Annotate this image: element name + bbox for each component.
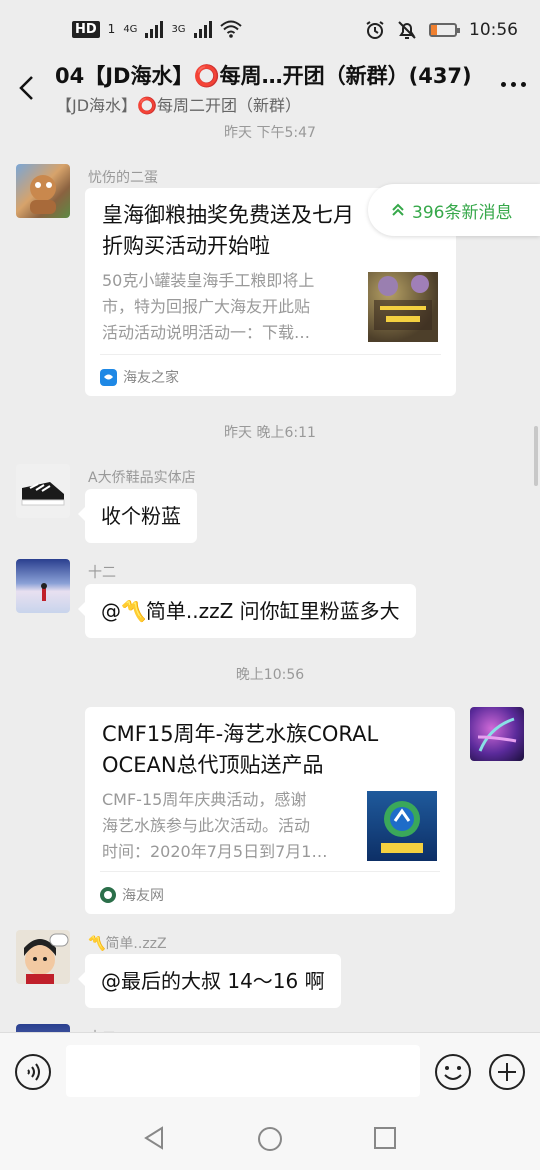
card-title-line: OCEAN总代顶贴送产品 (102, 753, 324, 777)
card-desc-line: 时间：2020年7月5日到7月1… (102, 842, 328, 861)
timestamp: 晚上10:56 (235, 667, 305, 683)
alarm-icon (366, 21, 384, 39)
my-avatar[interactable] (470, 707, 524, 761)
network-4g-label: 4G (123, 23, 138, 35)
signal-icon (145, 20, 164, 38)
avatar[interactable] (16, 930, 70, 984)
card-thumbnail (367, 791, 437, 861)
card-source-name: 海友之家 (123, 370, 179, 386)
sim-label: 1 (107, 22, 116, 36)
new-messages-button[interactable]: 396条新消息 (368, 184, 540, 236)
avatar[interactable] (16, 164, 70, 218)
source-app-icon (100, 368, 117, 386)
clock: 10:56 (469, 20, 518, 40)
nav-home-icon[interactable] (257, 1126, 283, 1152)
card-desc-line: 市，特为回报广大海友开此贴 (102, 297, 311, 316)
more-options-icon[interactable] (501, 82, 526, 87)
system-nav-bar (0, 1104, 540, 1170)
network-indicators: HD 1 4G 3G (72, 20, 242, 38)
message-input[interactable] (66, 1045, 420, 1097)
avatar[interactable] (16, 559, 70, 613)
card-description: 50克小罐装皇海手工粮即将上 市，特为回报广大海友开此贴 活动活动说明活动一：下… (102, 268, 354, 346)
chat-header: 04【JD海水】⭕每周…开团（新群）(437) 【JD海水】⭕每周二开团（新群） (0, 52, 540, 116)
avatar[interactable] (16, 1024, 70, 1032)
sender-name: 忧伤的二蛋 (88, 170, 158, 186)
chat-subtitle: 【JD海水】⭕每周二开团（新群） (56, 96, 301, 115)
wifi-icon (219, 20, 242, 38)
card-desc-line: 海艺水族参与此次活动。活动 (102, 816, 311, 835)
network-3g-label: 3G (171, 23, 186, 35)
status-right: 10:56 (365, 20, 518, 40)
chat-title: 04【JD海水】⭕每周…开团（新群）(437) (55, 64, 472, 88)
card-thumbnail (368, 272, 438, 342)
message-bubble[interactable]: 收个粉蓝 (78, 489, 197, 543)
hd-badge: HD (72, 20, 100, 38)
sender-name: 十二 (88, 565, 116, 581)
new-messages-label: 396条新消息 (412, 202, 513, 223)
battery-icon (429, 23, 460, 37)
sender-name: A大侨鞋品实体店 (88, 470, 196, 486)
source-app-icon (100, 887, 116, 903)
input-bar (0, 1032, 540, 1105)
card-desc-line: CMF-15周年庆典活动，感谢 (102, 790, 307, 809)
voice-icon[interactable] (14, 1053, 52, 1091)
avatar-image (41, 583, 47, 601)
card-source: 海友网 (100, 885, 164, 905)
back-arrow-icon[interactable] (16, 74, 36, 102)
card-separator (100, 354, 441, 355)
card-title: 皇海御粮抽奖免费送及七月 折购买活动开始啦 (102, 200, 382, 262)
double-chevron-up-icon (392, 203, 404, 216)
card-desc-line: 50克小罐装皇海手工粮即将上 (102, 271, 315, 290)
avatar-image (30, 175, 56, 214)
emoji-icon[interactable] (434, 1053, 472, 1091)
message-bubble[interactable]: @最后的大叔 14～16 啊 (78, 954, 341, 1008)
plus-icon[interactable] (488, 1053, 526, 1091)
timestamp: 昨天 晚上6:11 (224, 425, 316, 441)
timestamp: 昨天 下午5:47 (224, 125, 316, 141)
card-title: CMF15周年-海艺水族CORAL OCEAN总代顶贴送产品 (102, 719, 402, 781)
card-source-name: 海友网 (122, 888, 164, 904)
link-card[interactable]: CMF15周年-海艺水族CORAL OCEAN总代顶贴送产品 CMF-15周年庆… (85, 707, 455, 914)
avatar-image (477, 717, 517, 752)
sender-name: 〽️简单..zzZ (88, 936, 167, 952)
avatar-image (24, 933, 69, 984)
message-bubble[interactable]: @〽️简单..zzZ 问你缸里粉蓝多大 (78, 584, 416, 638)
card-title-line: 折购买活动开始啦 (102, 234, 270, 258)
chat-area[interactable]: 昨天 下午5:47 忧伤的二蛋 皇海御粮抽奖免费送及七月 折购买活动开始啦 50… (0, 116, 540, 1032)
card-title-line: CMF15周年-海艺水族CORAL (102, 722, 379, 746)
signal-icon (193, 20, 212, 38)
card-description: CMF-15周年庆典活动，感谢 海艺水族参与此次活动。活动 时间：2020年7月… (102, 787, 354, 865)
nav-back-icon[interactable] (142, 1126, 166, 1150)
avatar[interactable] (16, 464, 70, 518)
card-separator (100, 871, 440, 872)
card-title-line: 皇海御粮抽奖免费送及七月 (102, 203, 354, 227)
nav-recents-icon[interactable] (373, 1126, 397, 1150)
mute-bell-icon (398, 21, 416, 39)
card-source: 海友之家 (100, 367, 179, 387)
avatar-image (21, 482, 65, 506)
card-desc-line: 活动活动说明活动一：下载… (102, 323, 311, 342)
